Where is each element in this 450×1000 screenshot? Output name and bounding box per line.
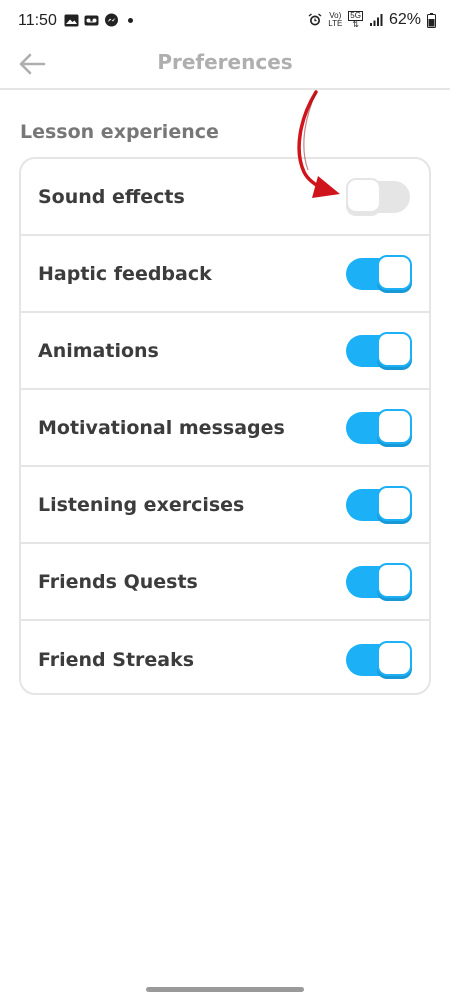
setting-label: Motivational messages (38, 416, 285, 439)
toggle-knob (377, 331, 412, 367)
haptic-feedback-toggle[interactable] (346, 254, 412, 293)
listening-exercises-toggle[interactable] (346, 485, 412, 524)
voicemail-icon (84, 15, 99, 26)
section-title: Lesson experience (20, 121, 219, 143)
setting-row-listening-exercises: Listening exercises (21, 467, 429, 544)
home-indicator[interactable] (146, 987, 304, 992)
animations-toggle[interactable] (346, 331, 412, 370)
setting-label: Sound effects (38, 185, 185, 208)
image-icon (64, 14, 79, 27)
setting-label: Friends Quests (38, 570, 198, 593)
volte-indicator: Vo) LTE (328, 11, 343, 28)
motivational-messages-toggle[interactable] (346, 408, 412, 447)
notification-icons (64, 13, 133, 28)
data-arrows-icon: ⇅ (352, 20, 359, 29)
toggle-knob (377, 408, 412, 444)
toggle-knob (377, 640, 412, 676)
sound-effects-toggle[interactable] (346, 177, 412, 216)
more-notifications-dot (128, 18, 133, 23)
friends-quests-toggle[interactable] (346, 562, 412, 601)
setting-row-friends-quests: Friends Quests (21, 544, 429, 621)
alarm-icon (308, 13, 322, 26)
battery-icon (427, 12, 436, 28)
setting-row-friend-streaks: Friend Streaks (21, 621, 429, 693)
setting-row-haptic-feedback: Haptic feedback (21, 236, 429, 313)
setting-label: Haptic feedback (38, 262, 212, 285)
setting-label: Animations (38, 339, 159, 362)
setting-label: Friend Streaks (38, 648, 195, 671)
toggle-knob (346, 177, 381, 213)
status-time: 11:50 (18, 12, 57, 29)
setting-row-sound-effects: Sound effects (21, 159, 429, 236)
setting-row-motivational-messages: Motivational messages (21, 390, 429, 467)
5g-indicator: 5G ⇅ (348, 11, 363, 29)
page-title: Preferences (157, 50, 293, 74)
app-header: Preferences (0, 44, 450, 90)
toggle-knob (377, 254, 412, 290)
signal-icon (369, 14, 383, 26)
system-icons: Vo) LTE 5G ⇅ 62% (308, 11, 436, 29)
messenger-icon (105, 13, 118, 27)
friend-streaks-toggle[interactable] (346, 640, 412, 679)
status-bar: 11:50 Vo) LTE 5G ⇅ 62% (0, 0, 450, 44)
settings-list: Sound effects Haptic feedback Animations… (19, 157, 431, 695)
battery-percent: 62% (388, 11, 421, 28)
toggle-knob (377, 485, 412, 521)
setting-label: Listening exercises (38, 493, 245, 516)
toggle-knob (377, 562, 412, 598)
setting-row-animations: Animations (21, 313, 429, 390)
